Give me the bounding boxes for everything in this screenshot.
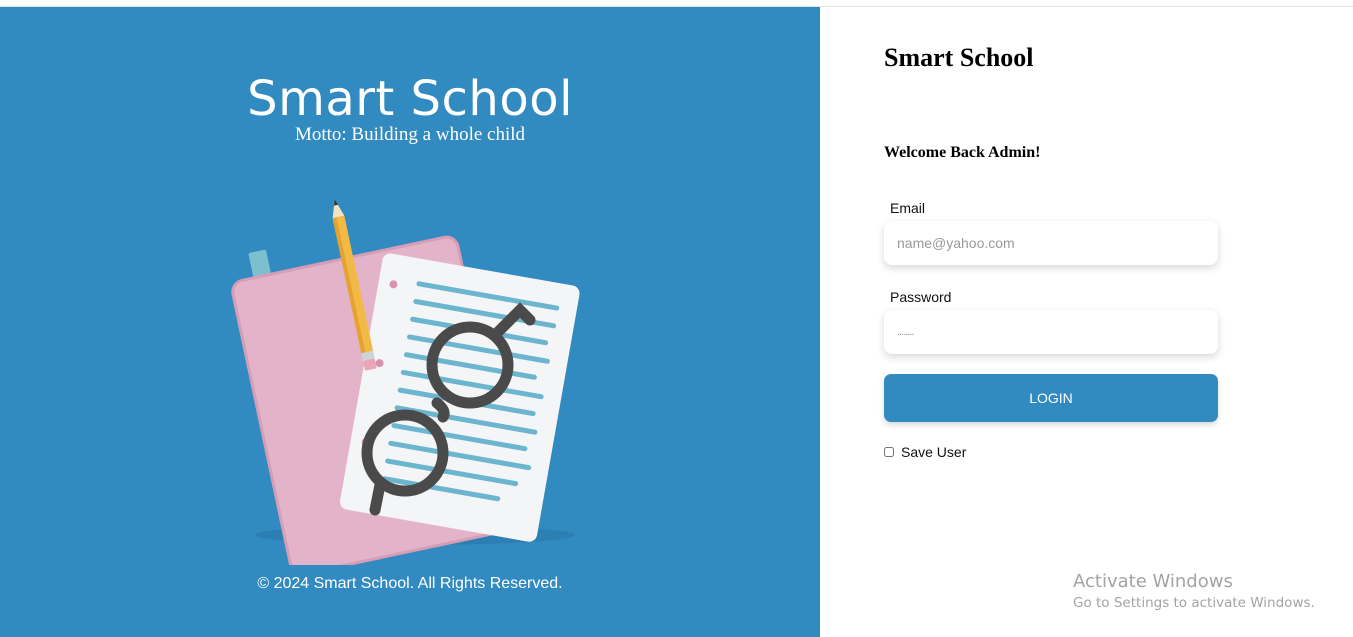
app-title: Smart School xyxy=(884,43,1034,72)
activate-windows-subtitle: Go to Settings to activate Windows. xyxy=(1073,595,1315,611)
password-field[interactable] xyxy=(884,310,1218,354)
top-border xyxy=(0,0,1353,7)
email-field[interactable] xyxy=(884,221,1218,265)
brand-panel: Smart School Motto: Building a whole chi… xyxy=(0,7,820,637)
brand-motto: Motto: Building a whole child xyxy=(294,124,526,145)
email-label: Email xyxy=(890,200,926,216)
login-panel: Smart School Welcome Back Admin! Email P… xyxy=(820,7,1353,637)
save-user-checkbox[interactable] xyxy=(884,447,894,457)
save-user-label: Save User xyxy=(901,444,967,460)
brand-title: Smart School xyxy=(247,71,573,127)
copyright-text: © 2024 Smart School. All Rights Reserved… xyxy=(257,575,563,592)
password-label: Password xyxy=(890,289,952,305)
save-user-row[interactable]: Save User xyxy=(884,444,966,460)
activate-windows-title: Activate Windows xyxy=(1073,571,1233,592)
notebook-illustration xyxy=(231,199,580,565)
welcome-heading: Welcome Back Admin! xyxy=(884,144,1041,161)
login-button[interactable]: LOGIN xyxy=(884,374,1218,422)
activate-windows-watermark: Activate Windows Go to Settings to activ… xyxy=(1073,571,1315,611)
